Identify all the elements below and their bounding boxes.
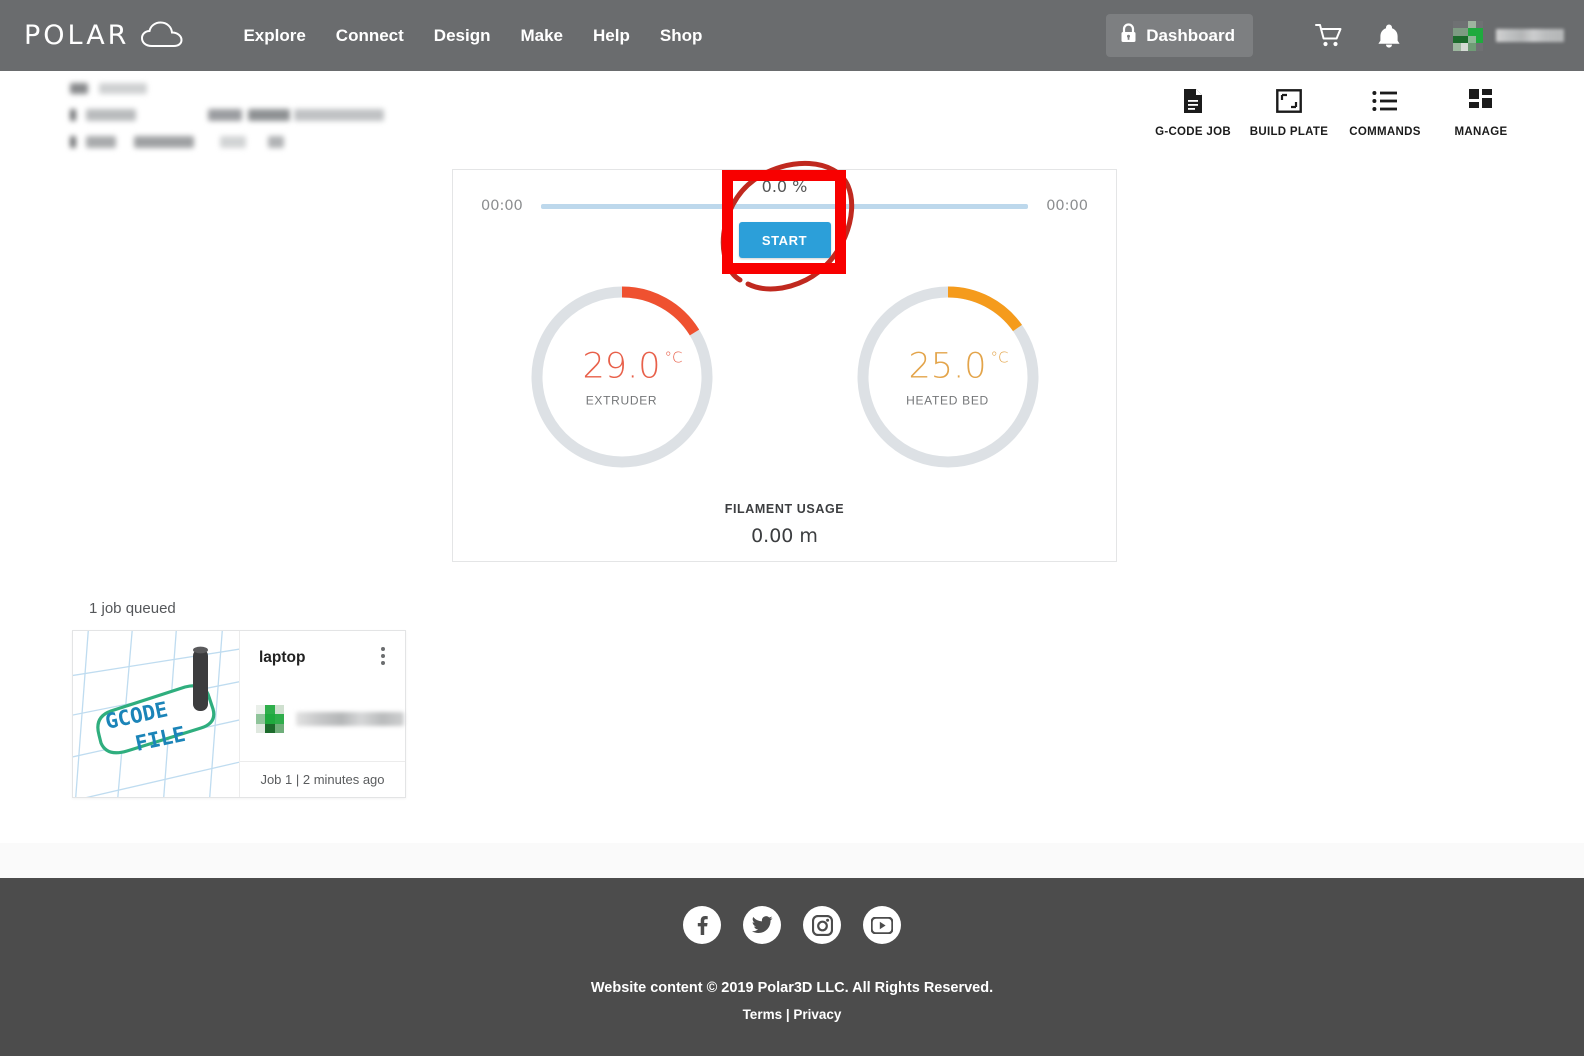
legal-links: Terms | Privacy	[743, 1007, 842, 1022]
owner-name-redacted	[296, 712, 404, 726]
gauge-heated-bed-readout: 25.0 °C HEATED BED	[853, 347, 1043, 408]
terms-link[interactable]: Terms	[743, 1007, 783, 1022]
nav-item-shop[interactable]: Shop	[658, 22, 705, 50]
header-right-controls: Dashboard	[1106, 14, 1564, 57]
gauge-heated-bed-label: HEATED BED	[906, 393, 989, 408]
page-footer: Website content © 2019 Polar3D LLC. All …	[0, 878, 1584, 1056]
toolbar-label-manage: MANAGE	[1454, 126, 1508, 138]
printer-status-card: 00:00 0.0 % 00:00 START 29.0 °C EXTRUDER	[452, 169, 1117, 562]
gauge-heated-bed: 25.0 °C HEATED BED	[853, 282, 1043, 472]
filament-usage-value: 0.00 m	[751, 525, 818, 547]
job-title: laptop	[259, 649, 306, 666]
main-nav-links: Explore Connect Design Make Help Shop	[241, 22, 704, 50]
nav-item-connect[interactable]: Connect	[334, 22, 406, 50]
printer-toolbar: G-CODE JOB BUILD PLATE COMMANDS MANAGE	[1145, 87, 1529, 138]
dashboard-button[interactable]: Dashboard	[1106, 14, 1253, 57]
toolbar-label-gcode-job: G-CODE JOB	[1155, 126, 1231, 138]
nav-item-explore[interactable]: Explore	[241, 22, 307, 50]
brand-logo[interactable]: POLAR	[24, 18, 184, 54]
gauge-heated-bed-unit: °C	[990, 348, 1009, 367]
notification-bell-icon[interactable]	[1377, 23, 1401, 49]
dashboard-button-label: Dashboard	[1146, 25, 1235, 45]
gauge-extruder-unit: °C	[664, 348, 683, 367]
start-button[interactable]: START	[738, 222, 831, 258]
gauge-extruder-value: 29.0	[582, 346, 661, 387]
print-progress-row: 00:00 0.0 % 00:00	[453, 177, 1116, 215]
job-thumbnail[interactable]: GCODE FILE	[73, 631, 240, 797]
toolbar-label-commands: COMMANDS	[1349, 126, 1421, 138]
avatar[interactable]	[1453, 20, 1483, 51]
progress-percent-label: 0.0 %	[761, 176, 808, 196]
username-redacted	[1496, 29, 1564, 42]
logo-text: POLAR	[24, 20, 130, 51]
toolbar-item-build-plate[interactable]: BUILD PLATE	[1241, 87, 1337, 138]
list-icon	[1372, 87, 1398, 115]
toolbar-item-manage[interactable]: MANAGE	[1433, 87, 1529, 138]
printer-subheader: G-CODE JOB BUILD PLATE COMMANDS MANAGE	[0, 71, 1584, 161]
elapsed-time-label: 00:00	[481, 198, 523, 214]
facebook-icon[interactable]	[683, 906, 721, 944]
gauge-extruder: 29.0 °C EXTRUDER	[527, 282, 717, 472]
gauge-extruder-label: EXTRUDER	[585, 393, 658, 408]
page-root: POLAR Explore Connect Design Make Help S…	[0, 0, 1584, 1056]
cloud-icon	[140, 20, 184, 54]
progress-bar[interactable]: 0.0 %	[540, 177, 1029, 209]
queue-count-label: 1 job queued	[89, 600, 176, 617]
toolbar-item-gcode-job[interactable]: G-CODE JOB	[1145, 87, 1241, 138]
toolbar-label-build-plate: BUILD PLATE	[1249, 126, 1329, 138]
copyright-text: Website content © 2019 Polar3D LLC. All …	[590, 980, 994, 996]
toolbar-item-commands[interactable]: COMMANDS	[1337, 87, 1433, 138]
printer-name-redacted	[70, 81, 384, 162]
nav-item-design[interactable]: Design	[432, 22, 493, 50]
document-icon	[1182, 87, 1204, 115]
youtube-icon[interactable]	[863, 906, 901, 944]
filament-usage-block: FILAMENT USAGE 0.00 m	[453, 502, 1116, 547]
nav-item-help[interactable]: Help	[591, 22, 632, 50]
gauge-heated-bed-value-wrap: 25.0 °C	[908, 346, 1009, 387]
lock-icon	[1120, 23, 1137, 48]
gauge-extruder-value-wrap: 29.0 °C	[582, 346, 683, 387]
instagram-icon[interactable]	[803, 906, 841, 944]
owner-avatar	[256, 705, 284, 733]
temperature-gauges: 29.0 °C EXTRUDER 25.0 °C HEATED BED	[453, 282, 1116, 472]
job-meta: Job 1 | 2 minutes ago	[240, 761, 405, 797]
twitter-icon[interactable]	[743, 906, 781, 944]
filament-usage-label: FILAMENT USAGE	[724, 502, 845, 516]
grid-blocks-icon	[1469, 87, 1493, 115]
build-plate-frame-icon	[1276, 87, 1302, 115]
list-item[interactable]: GCODE FILE laptop Job 1 | 2 minutes ago	[72, 630, 406, 798]
job-owner	[256, 705, 404, 733]
social-links	[683, 906, 901, 944]
top-navigation-bar: POLAR Explore Connect Design Make Help S…	[0, 0, 1584, 71]
gauge-extruder-readout: 29.0 °C EXTRUDER	[527, 347, 717, 408]
content-background-band	[0, 843, 1584, 878]
nav-item-make[interactable]: Make	[518, 22, 565, 50]
shopping-cart-icon[interactable]	[1315, 23, 1343, 48]
gauge-heated-bed-value: 25.0	[908, 346, 987, 387]
privacy-link[interactable]: Privacy	[793, 1007, 841, 1022]
remaining-time-label: 00:00	[1046, 198, 1088, 214]
legal-separator: |	[782, 1007, 794, 1022]
kebab-menu-icon[interactable]	[374, 647, 392, 665]
job-details: laptop Job 1 | 2 minutes ago	[240, 631, 405, 797]
